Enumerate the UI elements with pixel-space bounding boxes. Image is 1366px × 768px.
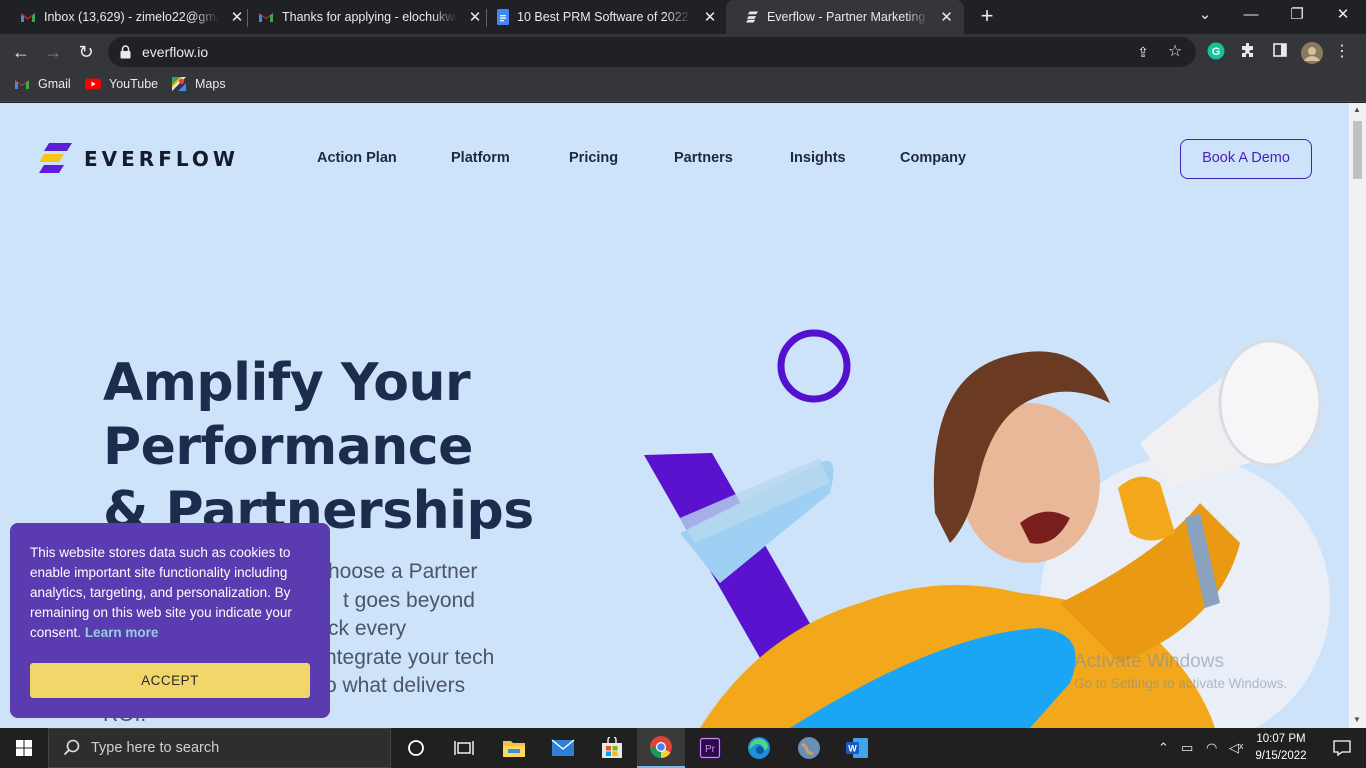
nav-pricing[interactable]: Pricing bbox=[569, 150, 618, 166]
side-panel-icon[interactable] bbox=[1270, 42, 1290, 62]
browser-toolbar: ← → ↻ everflow.io ⇪ ☆ G ⋮ bbox=[0, 34, 1366, 70]
nav-partners[interactable]: Partners bbox=[674, 150, 733, 166]
extensions-puzzle-icon[interactable] bbox=[1238, 42, 1258, 62]
tab-title: 10 Best PRM Software of 2022 Re bbox=[517, 10, 692, 24]
activate-windows-hint: Go to Settings to activate Windows. bbox=[1074, 676, 1288, 691]
youtube-icon bbox=[85, 78, 101, 90]
nav-insights[interactable]: Insights bbox=[790, 150, 846, 166]
new-tab-button[interactable]: + bbox=[976, 4, 998, 30]
gmail-icon bbox=[15, 80, 29, 89]
cookie-banner: This website stores data such as cookies… bbox=[10, 523, 330, 718]
share-icon[interactable]: ⇪ bbox=[1134, 43, 1152, 61]
bookmark-star-icon[interactable]: ☆ bbox=[1166, 43, 1184, 61]
everflow-logo[interactable]: EVERFLOW bbox=[38, 143, 239, 175]
premiere-pro-icon[interactable]: Pr bbox=[686, 728, 734, 768]
minimize-button[interactable]: — bbox=[1228, 0, 1274, 34]
clock-date: 9/15/2022 bbox=[1255, 750, 1307, 762]
wifi-icon[interactable]: ◠ bbox=[1206, 740, 1217, 756]
tab-docs[interactable]: 10 Best PRM Software of 2022 Re ✕ bbox=[477, 0, 728, 34]
battery-icon[interactable]: ▭ bbox=[1181, 740, 1193, 756]
nav-company[interactable]: Company bbox=[900, 150, 966, 166]
bookmarks-bar: Gmail YouTube Maps bbox=[0, 70, 1366, 102]
tab-title: Everflow - Partner Marketing Platform bbox=[766, 10, 929, 24]
word-icon[interactable]: W bbox=[833, 728, 881, 768]
cookie-message: This website stores data such as cookies… bbox=[30, 543, 310, 643]
accept-cookies-button[interactable]: ACCEPT bbox=[30, 663, 310, 698]
hero-title-line: Amplify Your bbox=[103, 353, 471, 413]
address-bar[interactable]: everflow.io ⇪ ☆ bbox=[108, 37, 1196, 67]
url-text: everflow.io bbox=[142, 44, 209, 60]
bookmark-gmail[interactable]: Gmail bbox=[14, 77, 71, 91]
restore-button[interactable]: ❐ bbox=[1274, 0, 1320, 34]
cookie-message-text: This website stores data such as cookies… bbox=[30, 545, 292, 640]
tab-title: Thanks for applying - elochukwu bbox=[282, 10, 457, 24]
chrome-icon[interactable] bbox=[637, 728, 685, 768]
gmail-icon bbox=[259, 13, 273, 22]
book-a-demo-button[interactable]: Book A Demo bbox=[1180, 139, 1312, 179]
bookmark-label: Gmail bbox=[38, 77, 71, 91]
globe-app-icon[interactable] bbox=[785, 728, 833, 768]
notifications-icon[interactable] bbox=[1318, 728, 1366, 768]
everflow-icon bbox=[746, 11, 759, 23]
grammarly-icon[interactable]: G bbox=[1206, 42, 1226, 62]
task-view-icon[interactable] bbox=[440, 728, 488, 768]
menu-kebab-icon[interactable]: ⋮ bbox=[1332, 42, 1352, 62]
activate-windows-title: Activate Windows bbox=[1074, 651, 1224, 672]
maps-icon bbox=[172, 77, 186, 91]
nav-platform[interactable]: Platform bbox=[451, 150, 510, 166]
windows-start-icon[interactable] bbox=[0, 728, 48, 768]
tab-everflow[interactable]: Everflow - Partner Marketing Platform ✕ bbox=[726, 0, 964, 34]
hero-title-line: Performance bbox=[103, 417, 473, 477]
svg-text:G: G bbox=[1212, 46, 1221, 58]
profile-avatar[interactable] bbox=[1301, 42, 1323, 64]
tab-gmail-inbox[interactable]: Inbox (13,629) - zimelo22@gmail.com ✕ bbox=[0, 0, 255, 34]
window-close-button[interactable]: ✕ bbox=[1320, 0, 1366, 34]
taskbar-search-box[interactable]: Type here to search bbox=[48, 728, 391, 768]
close-icon[interactable]: ✕ bbox=[939, 8, 954, 26]
close-icon[interactable]: ✕ bbox=[702, 8, 718, 26]
logo-wordmark: EVERFLOW bbox=[84, 147, 239, 171]
nav-action-plan[interactable]: Action Plan bbox=[317, 150, 397, 166]
bookmark-label: Maps bbox=[195, 77, 226, 91]
forward-icon[interactable]: → bbox=[40, 39, 66, 65]
cortana-icon[interactable] bbox=[392, 728, 440, 768]
lock-icon bbox=[120, 45, 131, 59]
back-icon[interactable]: ← bbox=[8, 39, 34, 65]
tab-gmail-thanks[interactable]: Thanks for applying - elochukwu ✕ bbox=[238, 0, 493, 34]
bookmark-youtube[interactable]: YouTube bbox=[85, 77, 158, 91]
scroll-up-icon[interactable]: ▲ bbox=[1353, 105, 1361, 114]
tab-search-chevron-icon[interactable]: ⌄ bbox=[1182, 0, 1228, 34]
docs-icon bbox=[497, 9, 509, 25]
tab-strip: Inbox (13,629) - zimelo22@gmail.com ✕ Th… bbox=[0, 0, 1366, 34]
bookmark-label: YouTube bbox=[109, 77, 159, 91]
volume-muted-icon[interactable]: ◁ˣ bbox=[1229, 740, 1243, 756]
learn-more-link[interactable]: Learn more bbox=[85, 625, 159, 640]
edge-icon[interactable] bbox=[735, 728, 783, 768]
scrollbar-thumb[interactable] bbox=[1353, 121, 1362, 179]
bookmark-maps[interactable]: Maps bbox=[171, 77, 226, 91]
everflow-logo-icon bbox=[39, 143, 72, 173]
microsoft-store-icon[interactable] bbox=[588, 728, 636, 768]
gmail-icon bbox=[21, 13, 35, 22]
search-placeholder: Type here to search bbox=[91, 740, 220, 756]
svg-text:W: W bbox=[848, 744, 857, 754]
page-scrollbar[interactable]: ▲ ▼ bbox=[1349, 103, 1366, 728]
reload-icon[interactable]: ↻ bbox=[73, 39, 99, 65]
hero-title: Amplify Your Performance & Partnerships bbox=[103, 351, 663, 543]
decorative-ring bbox=[777, 329, 851, 403]
scroll-down-icon[interactable]: ▼ bbox=[1353, 715, 1361, 724]
windows-taskbar: Type here to search Pr W ⌃ ▭ ◠ ◁ˣ 10:07 … bbox=[0, 728, 1366, 768]
tab-title: Inbox (13,629) - zimelo22@gmail.com bbox=[44, 10, 219, 24]
search-icon bbox=[63, 739, 80, 756]
file-explorer-icon[interactable] bbox=[490, 728, 538, 768]
clock-time: 10:07 PM bbox=[1256, 733, 1306, 745]
hero-illustration bbox=[644, 329, 1330, 728]
taskbar-clock[interactable]: 10:07 PM 9/15/2022 bbox=[1250, 731, 1312, 765]
mail-icon[interactable] bbox=[539, 728, 587, 768]
show-hidden-icons-chevron[interactable]: ⌃ bbox=[1158, 740, 1169, 756]
svg-text:Pr: Pr bbox=[705, 744, 716, 755]
